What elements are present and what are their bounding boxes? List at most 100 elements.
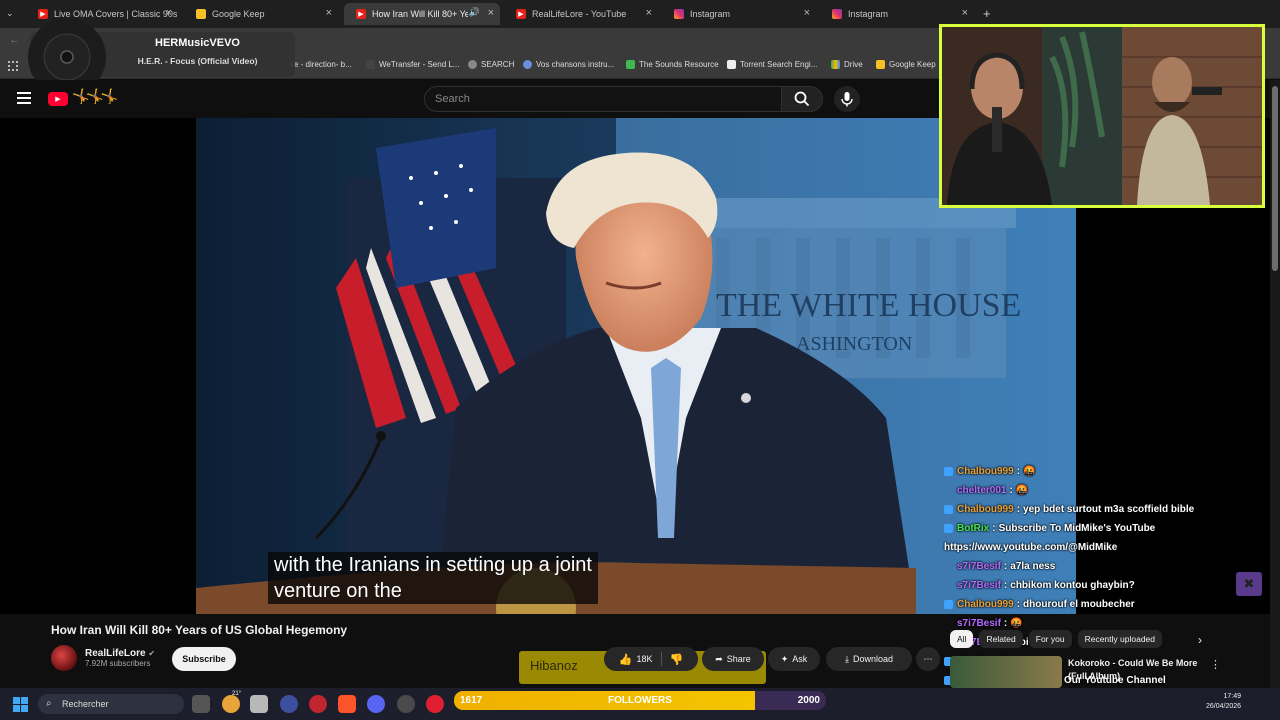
tab-list-chevron-icon[interactable]: ⌄ <box>6 8 14 19</box>
download-button[interactable]: ⤓ Download <box>826 647 912 671</box>
bookmark-wetransfer[interactable]: WeTransfer - Send L... <box>366 60 459 69</box>
chat-separator: : <box>1003 580 1008 591</box>
scrollbar-thumb[interactable] <box>1272 86 1278 271</box>
related-thumbnail[interactable] <box>950 656 1062 688</box>
chat-separator: : <box>1016 504 1021 515</box>
chip-recently-uploaded[interactable]: Recently uploaded <box>1077 630 1163 648</box>
drive-icon <box>831 60 840 69</box>
close-tab-icon[interactable]: × <box>962 7 968 19</box>
tab-label: Google Keep <box>212 9 265 19</box>
tab-reallifelore[interactable]: ▶ RealLifeLore - YouTube × <box>504 3 658 25</box>
system-clock[interactable]: 17:49 26/04/2026 <box>1206 692 1241 712</box>
close-tab-icon[interactable]: × <box>646 7 652 19</box>
search-input[interactable]: Search <box>424 86 782 112</box>
apps-grid-icon[interactable] <box>8 61 18 71</box>
more-actions-button[interactable]: ⋯ <box>916 647 940 671</box>
chat-text: https://www.youtube.com/@MidMike <box>944 542 1118 553</box>
back-arrow-icon[interactable]: ← <box>9 34 20 46</box>
bookmark-search[interactable]: SEARCH <box>468 60 514 69</box>
discord-icon[interactable] <box>367 695 385 713</box>
white-house-sign-sub: ASHINGTON <box>796 333 912 355</box>
youtube-logo-icon[interactable]: ▶ <box>48 92 68 106</box>
hamburger-menu-icon[interactable] <box>17 92 31 104</box>
user-badge-icon <box>944 581 953 590</box>
chat-separator: : <box>1003 561 1008 572</box>
bookmark-sounds-resource[interactable]: The Sounds Resource <box>626 60 719 69</box>
search-button[interactable] <box>781 86 823 112</box>
app-icon[interactable] <box>397 695 415 713</box>
wetransfer-icon <box>366 60 375 69</box>
chip-all[interactable]: All <box>950 630 974 648</box>
instagram-icon <box>832 9 842 19</box>
bookmark-drive[interactable]: Drive <box>831 60 863 69</box>
chat-text: 🤬 <box>1023 466 1036 477</box>
task-view-icon[interactable] <box>192 695 210 713</box>
globe-icon <box>468 60 477 69</box>
user-badge-icon <box>944 486 953 495</box>
close-tab-icon[interactable]: × <box>166 7 172 19</box>
followers-current: 1617 <box>460 695 483 706</box>
file-explorer-icon[interactable] <box>250 695 268 713</box>
taskbar-search[interactable]: ⌕ Rechercher <box>38 694 184 714</box>
chat-username: Chalbou999 <box>957 466 1014 477</box>
windows-start-icon[interactable] <box>13 697 28 712</box>
close-tab-icon[interactable]: × <box>488 7 494 19</box>
new-tab-icon[interactable]: + <box>983 6 991 21</box>
weather-icon[interactable]: 21° <box>222 691 241 713</box>
voice-search-button[interactable] <box>834 86 860 112</box>
close-tab-icon[interactable]: × <box>326 7 332 19</box>
youtube-icon: ▶ <box>356 9 366 19</box>
dislike-button[interactable]: 👎 <box>670 653 684 666</box>
opera-icon[interactable] <box>426 695 444 713</box>
share-label: Share <box>726 654 751 664</box>
chips-next-chevron-icon[interactable]: › <box>1198 633 1202 647</box>
chip-related[interactable]: Related <box>979 630 1023 648</box>
tab-iran-video[interactable]: ▶ How Iran Will Kill 80+ Years🔊 × <box>344 3 500 25</box>
youtube-icon: ▶ <box>38 9 48 19</box>
bookmark-label: Torrent Search Engi... <box>740 60 818 69</box>
weather-temp: 21° <box>232 691 242 697</box>
share-button[interactable]: ➦ Share <box>702 647 764 671</box>
app-icon[interactable] <box>309 695 327 713</box>
bookmark-label: Drive <box>844 60 863 69</box>
sparkle-icon: ✦ <box>780 653 789 664</box>
tab-label: Instagram <box>848 9 889 19</box>
chat-separator: : <box>1016 466 1021 477</box>
bookmark-1[interactable]: se - direction- b... <box>290 60 352 69</box>
channel-avatar[interactable] <box>51 645 77 671</box>
more-vertical-icon[interactable]: ⋮ <box>1210 658 1221 671</box>
tab-instagram-2[interactable]: Instagram × <box>820 3 974 25</box>
chat-message: https://www.youtube.com/@MidMike <box>944 538 1244 557</box>
platform-badge-icon <box>944 505 953 514</box>
bookmark-label: se - direction- b... <box>290 60 352 69</box>
chat-message: BotRix: Subscribe To MidMike's YouTube <box>944 519 1244 538</box>
search-icon: ⌕ <box>46 698 52 709</box>
related-video-item[interactable]: Kokoroko - Could We Be More (Full Album)… <box>950 656 1221 688</box>
bookmark-chansons[interactable]: Vos chansons instru... <box>523 60 614 69</box>
chat-message: s7i7Besif: chbikom kontou ghaybin? <box>944 576 1244 595</box>
like-button[interactable]: 👍 18K <box>619 653 653 666</box>
channel-name[interactable]: RealLifeLore ✔ <box>85 648 155 659</box>
platform-badge-icon <box>944 600 953 609</box>
close-tab-icon[interactable]: × <box>804 7 810 19</box>
speaker-icon[interactable]: 🔊 <box>469 7 480 18</box>
chat-text: dhourouf el moubecher <box>1023 599 1135 610</box>
app-icon[interactable] <box>280 695 298 713</box>
ask-button[interactable]: ✦ Ask <box>768 647 820 671</box>
bookmark-torrent[interactable]: Torrent Search Engi... <box>727 60 817 69</box>
followers-goal: 2000 <box>797 695 820 706</box>
chip-for-you[interactable]: For you <box>1028 630 1072 648</box>
tab-instagram-1[interactable]: Instagram × <box>662 3 816 25</box>
user-badge-icon <box>944 619 953 628</box>
chat-message: Chalbou999: 🤬 <box>944 462 1244 481</box>
brave-browser-icon[interactable] <box>338 695 356 713</box>
bookmark-keep[interactable]: Google Keep <box>876 60 936 69</box>
webcam-image <box>942 27 1262 205</box>
verified-icon: ✔ <box>148 649 156 658</box>
channel-info[interactable]: RealLifeLore ✔ 7.92M subscribers <box>51 645 155 671</box>
tab-google-keep[interactable]: Google Keep × <box>184 3 338 25</box>
subscribe-button[interactable]: Subscribe <box>172 647 236 671</box>
platform-badge-icon <box>944 524 953 533</box>
doodle-figures-icon[interactable]: 🤸🤸🤸 <box>72 88 118 105</box>
divider <box>660 652 662 666</box>
